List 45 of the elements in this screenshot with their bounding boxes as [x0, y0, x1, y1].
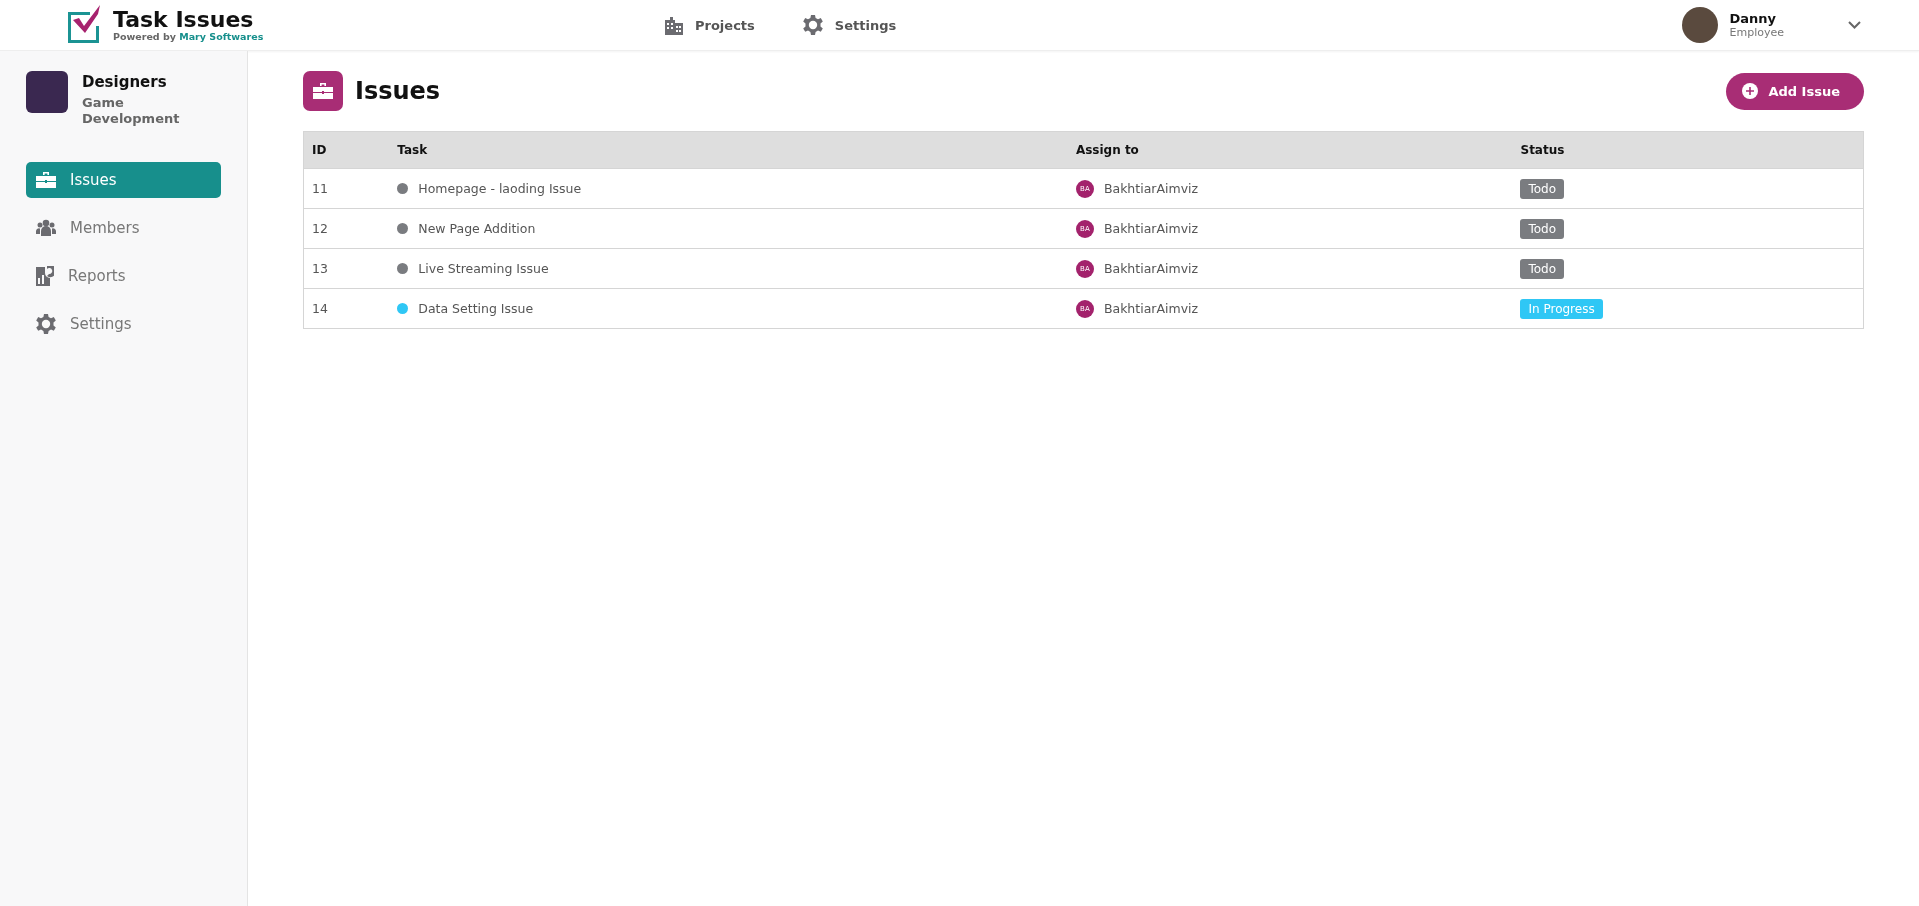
column-header: Task — [389, 131, 1068, 169]
task-title: Homepage - laoding Issue — [418, 181, 582, 196]
task-title: Data Setting Issue — [418, 301, 534, 316]
sidebar-item[interactable]: Members — [26, 209, 221, 246]
project-thumbnail-placeholder — [26, 71, 68, 113]
settings-icon — [802, 15, 823, 35]
table-cell: 13 — [303, 248, 390, 289]
people-icon — [36, 218, 56, 237]
nav-link[interactable]: Settings — [802, 15, 897, 35]
building-icon — [665, 15, 683, 35]
assignee-name: BakhtiarAimviz — [1103, 221, 1199, 236]
sidebar-item[interactable]: Reports — [26, 257, 221, 294]
status-tag: Todo — [1520, 178, 1565, 199]
briefcase-icon — [313, 82, 333, 100]
project-subtitle: Game Development — [82, 95, 181, 128]
page-title: Issues — [355, 77, 441, 105]
task-title: New Page Addition — [418, 221, 536, 236]
assignee-name: BakhtiarAimviz — [1103, 301, 1199, 316]
task-title: Live Streaming Issue — [418, 261, 549, 276]
avatar-photo-placeholder — [1681, 7, 1718, 43]
assignee-name: BakhtiarAimviz — [1103, 261, 1199, 276]
sidebar-item[interactable]: Settings — [26, 305, 221, 342]
status-tag: In Progress — [1520, 298, 1603, 319]
table-cell: 11 — [303, 168, 390, 209]
add-issue-button[interactable]: Add Issue — [1726, 72, 1864, 110]
powered-by-text: Powered by Mary Softwares — [113, 30, 264, 42]
column-header: Status — [1512, 131, 1864, 169]
column-header: Assign to — [1067, 131, 1513, 169]
column-header: ID — [303, 131, 390, 169]
chevron-down-icon[interactable] — [1848, 21, 1861, 29]
briefcase-icon — [36, 170, 56, 189]
status-tag: Todo — [1520, 258, 1565, 279]
project-name: Designers — [82, 73, 168, 91]
nav-link[interactable]: Projects — [665, 15, 755, 35]
table-cell: 14 — [303, 288, 390, 329]
plus-icon — [1742, 83, 1759, 99]
status-tag: Todo — [1520, 218, 1565, 239]
user-name: Danny — [1729, 11, 1778, 26]
table-cell: 12 — [303, 208, 390, 249]
user-role: Employee — [1729, 26, 1784, 39]
report-icon — [36, 265, 54, 286]
settings-icon — [36, 313, 56, 334]
sidebar-item[interactable]: Issues — [26, 161, 221, 198]
assignee-name: BakhtiarAimviz — [1103, 181, 1199, 196]
app-title: Task Issues — [113, 8, 255, 31]
